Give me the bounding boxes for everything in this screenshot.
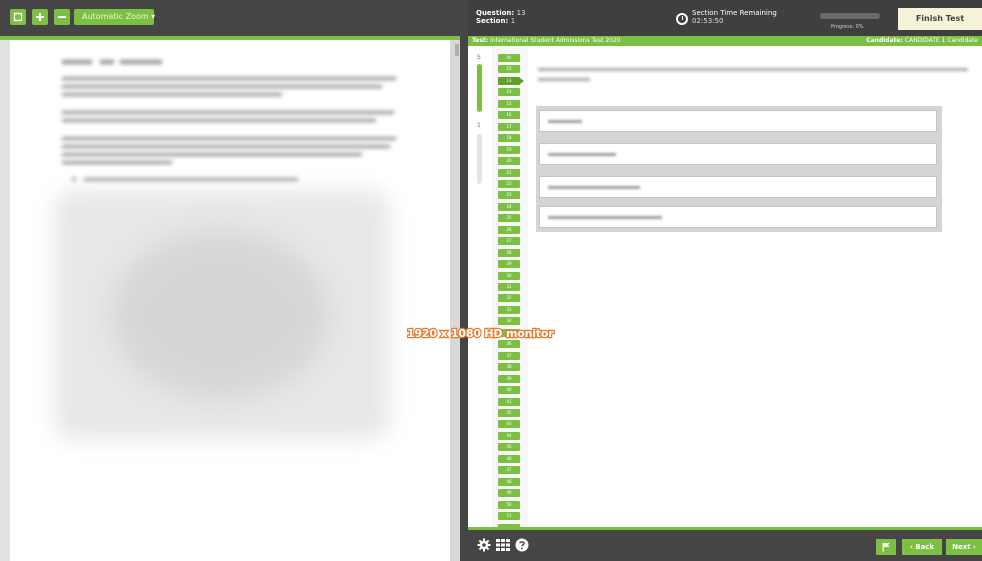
question-nav-button[interactable]: W [498, 54, 520, 62]
question-nav-button[interactable]: 14 [498, 88, 520, 97]
question-nav-button[interactable]: 32 [498, 294, 520, 303]
viewer-left-margin [0, 40, 10, 561]
section-1-progress [477, 134, 482, 184]
answer-option-d[interactable] [539, 206, 937, 228]
question-nav-button[interactable]: 19 [498, 145, 520, 154]
monitor-resolution-label: 1920 x 1080 HD monitor [406, 326, 555, 341]
question-nav-button[interactable]: 27 [498, 237, 520, 246]
question-nav-button[interactable]: 29 [498, 260, 520, 269]
settings-gear-icon[interactable] [476, 537, 492, 553]
section-label: Section: [476, 17, 509, 25]
question-nav-button[interactable]: 39 [498, 374, 520, 383]
next-button[interactable]: Next › [946, 539, 982, 555]
section-number: 1 [510, 17, 516, 25]
finish-test-button[interactable]: Finish Test [898, 8, 982, 30]
fullscreen-icon[interactable] [10, 9, 26, 25]
answer-option-b[interactable] [539, 143, 937, 165]
answer-options [536, 106, 942, 232]
question-nav-button[interactable]: 48 [498, 477, 520, 486]
exam-header: Question: 13 Section: 1 Section Time Rem… [468, 0, 982, 36]
question-nav-button[interactable]: 34 [498, 317, 520, 326]
question-nav-button[interactable]: 17 [498, 122, 520, 131]
pdf-toolbar: Automatic Zoom ▾ [0, 0, 460, 36]
question-nav-button[interactable]: 36 [498, 340, 520, 349]
zoom-out-icon[interactable] [54, 9, 70, 25]
question-nav-button[interactable]: 42 [498, 408, 520, 417]
answer-option-a[interactable] [539, 110, 937, 132]
question-nav-button[interactable]: 40 [498, 386, 520, 394]
question-nav-button[interactable]: 21 [498, 168, 520, 177]
test-name: Test: International Student Admissions T… [472, 36, 621, 46]
document-viewer[interactable] [10, 40, 450, 561]
question-nav-button[interactable]: 37 [498, 351, 520, 360]
viewer-scroll-thumb[interactable] [455, 44, 459, 56]
clock-icon [676, 13, 688, 25]
question-navigator: W 12 13 14 15 16 17 18 19 20 21 22 23 24 25 26 27 28 29 30 3… [492, 46, 528, 535]
blurred-question-stem [528, 46, 982, 106]
question-nav-button[interactable]: 45 [498, 443, 520, 452]
question-nav-button[interactable]: 12 [498, 65, 520, 74]
zoom-select[interactable]: Automatic Zoom ▾ [74, 9, 155, 25]
question-nav-button[interactable]: 16 [498, 111, 520, 120]
question-number: 13 [516, 9, 526, 17]
section-label-1[interactable]: 1 [477, 122, 481, 129]
question-nav-button[interactable]: 49 [498, 489, 520, 498]
candidate-info: Candidate: CANDIDATE 1 Candidate [866, 36, 978, 46]
candidate-name: CANDIDATE 1 Candidate [904, 37, 978, 44]
question-section-info: Question: 13 Section: 1 [476, 9, 526, 25]
help-icon[interactable] [514, 537, 530, 553]
flag-icon[interactable] [876, 539, 896, 555]
time-remaining: Section Time Remaining 02:53:50 [692, 9, 777, 25]
question-nav-button[interactable]: 26 [498, 225, 520, 234]
question-nav-button[interactable]: 41 [498, 397, 520, 406]
section-navigator: S 1 [468, 46, 493, 530]
question-nav-button[interactable]: 46 [498, 454, 520, 463]
candidate-label: Candidate: [866, 37, 903, 44]
question-content [528, 46, 982, 530]
question-nav-button[interactable]: 23 [498, 191, 520, 200]
question-nav-button[interactable]: 20 [498, 157, 520, 165]
viewer-scrollbar[interactable] [450, 40, 460, 561]
bottom-toolbar: ‹ Back Next › [468, 530, 982, 561]
question-nav-button[interactable]: 25 [498, 214, 520, 223]
question-nav-button[interactable]: 47 [498, 466, 520, 475]
back-button[interactable]: ‹ Back [902, 539, 942, 555]
test-label: Test: [472, 37, 489, 44]
question-nav-button[interactable]: 31 [498, 283, 520, 291]
question-nav-button[interactable]: 33 [498, 305, 520, 314]
test-info-bar: Test: International Student Admissions T… [468, 36, 982, 46]
answer-option-c[interactable] [539, 176, 937, 198]
question-label: Question: [476, 9, 515, 17]
question-nav-button[interactable]: 22 [498, 179, 520, 188]
question-nav-button[interactable]: 38 [498, 363, 520, 372]
question-nav-button[interactable]: 43 [498, 420, 520, 429]
question-nav-button[interactable]: 51 [498, 512, 520, 520]
section-s-progress [477, 64, 482, 112]
grid-icon[interactable] [495, 537, 511, 553]
question-nav-button[interactable]: 18 [498, 134, 520, 143]
question-nav-button[interactable]: 13 [498, 76, 524, 85]
test-name-value: International Student Admissions Test 20… [490, 37, 621, 44]
question-nav-button[interactable]: 50 [498, 500, 520, 509]
section-label-s[interactable]: S [477, 54, 481, 61]
question-nav-button[interactable]: 30 [498, 271, 520, 280]
time-remaining-value: 02:53:50 [692, 17, 724, 25]
question-nav-button[interactable]: 28 [498, 248, 520, 257]
time-remaining-label: Section Time Remaining [692, 9, 777, 17]
progress-label: Progress: 0% [831, 24, 864, 30]
question-nav-button[interactable]: 15 [498, 99, 520, 108]
zoom-in-icon[interactable] [32, 9, 48, 25]
progress-bar [820, 13, 880, 19]
blurred-figure-center [110, 230, 330, 400]
question-nav-button[interactable]: 24 [498, 202, 520, 211]
pane-divider[interactable] [460, 0, 468, 561]
question-nav-button[interactable]: 44 [498, 431, 520, 440]
